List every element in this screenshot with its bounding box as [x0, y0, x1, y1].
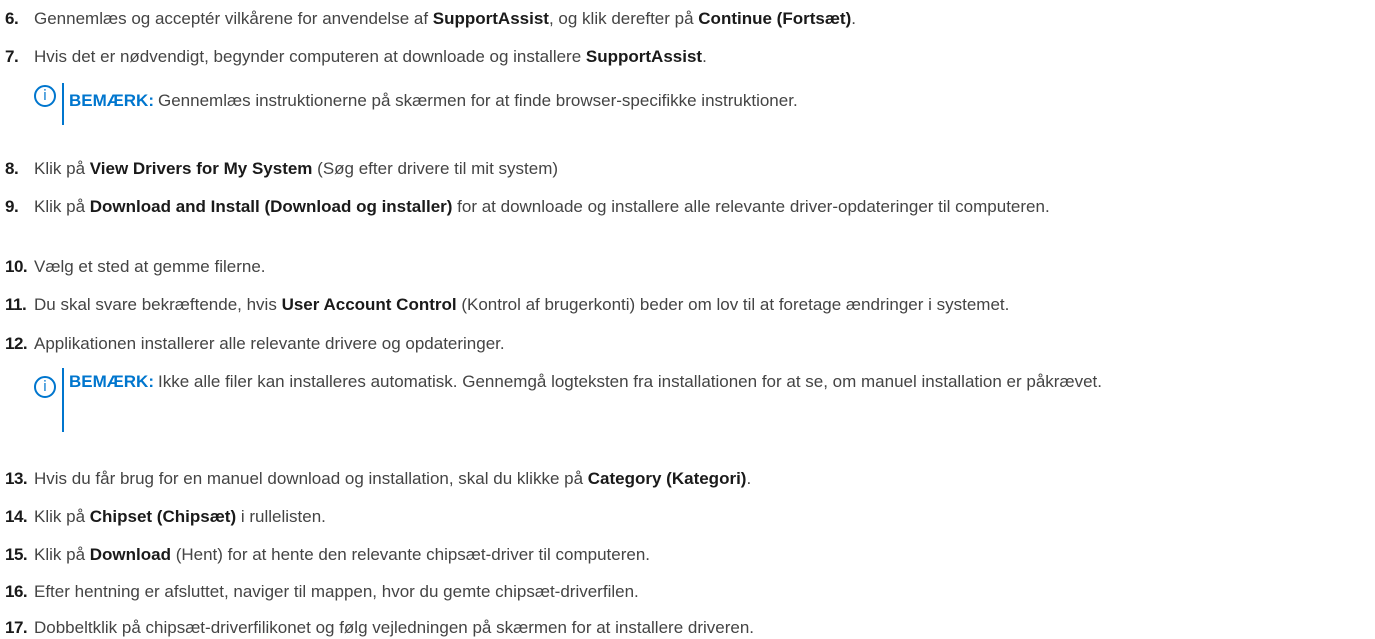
step-number: 8.: [5, 159, 19, 178]
step-number: 17.: [5, 618, 28, 637]
step-number: 7.: [5, 47, 19, 66]
step-number: 16.: [5, 582, 28, 601]
step-text: Du skal svare bekræftende, hvis User Acc…: [34, 295, 1010, 314]
note-box: i BEMÆRK: Gennemlæs instruktionerne på sk…: [34, 83, 1365, 125]
step-number: 12.: [5, 334, 28, 353]
note-label: BEMÆRK:: [69, 91, 154, 110]
step-text: Hvis det er nødvendigt, begynder compute…: [34, 47, 707, 66]
step-number: 9.: [5, 197, 19, 216]
note-divider: [62, 368, 64, 432]
step-number: 14.: [5, 507, 28, 526]
step-text: Efter hentning er afsluttet, naviger til…: [34, 582, 639, 601]
note-text: BEMÆRK: Ikke alle filer kan installeres a…: [69, 372, 1102, 391]
step-text: Klik på Download and Install (Download o…: [34, 197, 1050, 216]
step-text: Hvis du får brug for en manuel download …: [34, 469, 752, 488]
step-number: 11.: [5, 295, 27, 314]
info-icon: i: [34, 85, 56, 107]
step-text: Vælg et sted at gemme filerne.: [34, 257, 266, 276]
step-number: 13.: [5, 469, 28, 488]
note-label: BEMÆRK:: [69, 372, 154, 391]
step-text: Klik på Chipset (Chipsæt) i rullelisten.: [34, 507, 326, 526]
step-number: 6.: [5, 9, 19, 28]
step-text: Klik på Download (Hent) for at hente den…: [34, 545, 651, 564]
note-box: i BEMÆRK: Ikke alle filer kan installeres…: [34, 366, 1365, 436]
note-text: BEMÆRK: Gennemlæs instruktionerne på skær…: [69, 91, 798, 110]
step-text: Gennemlæs og acceptér vilkårene for anve…: [34, 9, 856, 28]
instructions-page: 6. Gennemlæs og acceptér vilkårene for a…: [0, 0, 1375, 639]
step-text: Dobbeltklik på chipsæt-driverfilikonet o…: [34, 618, 755, 637]
note-divider: [62, 83, 64, 125]
step-number: 15.: [5, 545, 28, 564]
info-icon: i: [34, 376, 56, 398]
step-number: 10.: [5, 257, 28, 276]
step-text: Applikationen installerer alle relevante…: [34, 334, 505, 353]
step-text: Klik på View Drivers for My System (Søg …: [34, 159, 559, 178]
